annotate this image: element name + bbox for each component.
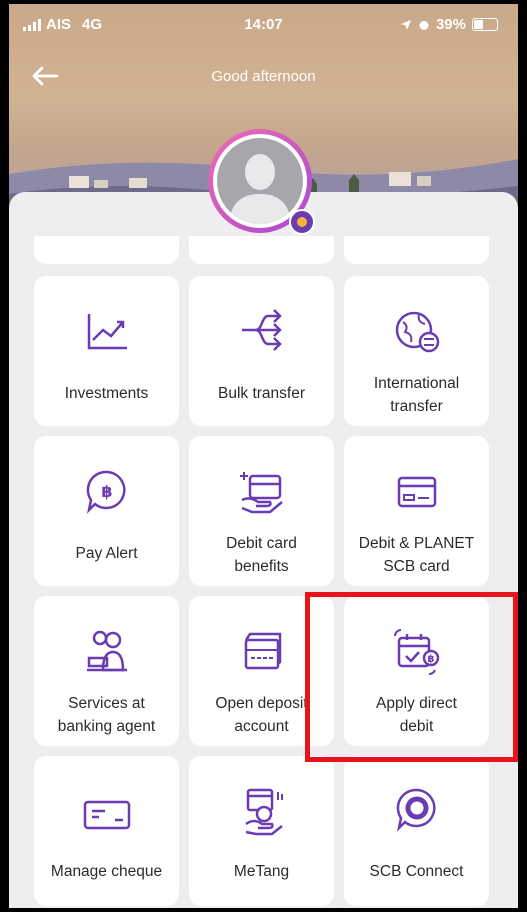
greeting-title: Good afternoon [211,68,316,85]
menu-item-banking-agent[interactable]: Services at banking agent [34,596,179,746]
menu-label: Services at banking agent [57,695,156,735]
menu-tile-partial [34,236,179,264]
menu-item-bulk-transfer[interactable]: Bulk transfer [189,276,334,426]
bulk-transfer-icon [241,309,282,351]
banking-agent-icon [86,630,127,672]
menu-label: Manage cheque [50,863,163,880]
chart-trend-icon [87,314,127,350]
menu-label: SCB Connect [369,863,464,880]
menu-label: Bulk transfer [217,385,305,402]
menu-tile-partial [344,236,489,264]
globe-transfer-icon [395,311,439,353]
menu-item-debit-card-benefits[interactable]: Debit card benefits [189,436,334,586]
menu-item-scb-connect[interactable]: SCB Connect [344,756,489,906]
cheque-icon [83,800,130,830]
svg-text:฿: ฿ [101,482,112,501]
menu-item-manage-cheque[interactable]: Manage cheque [34,756,179,906]
menu-item-pay-alert[interactable]: ฿ Pay Alert [34,436,179,586]
menu-label: Debit card benefits [226,535,297,575]
passbook-icon [244,632,281,670]
menu-tile-partial [189,236,334,264]
credit-card-icon [397,476,436,508]
battery-icon [472,18,498,31]
baht-chat-icon: ฿ [86,470,126,514]
menu-label: Investments [64,385,149,402]
card-gift-icon [239,472,283,514]
menu-item-investments[interactable]: Investments [34,276,179,426]
menu-item-debit-planet-card[interactable]: Debit & PLANET SCB card [344,436,489,586]
badge-icon [289,209,315,235]
menu-label: Pay Alert [75,545,138,562]
menu-label: MeTang [233,863,290,880]
menu-label: Debit & PLANET SCB card [358,535,475,575]
menu-item-international-transfer[interactable]: International transfer [344,276,489,426]
alarm-icon [419,20,429,30]
savings-calendar-icon [244,788,283,836]
menu-label: International transfer [373,375,460,415]
highlight-box [305,592,518,762]
menu-item-metang[interactable]: MeTang [189,756,334,906]
app-screen: AIS 4G 14:07 39% Good afternoon Investme… [9,4,518,908]
status-bar: AIS 4G 14:07 39% [9,16,518,36]
battery-percent: 39% [435,16,466,33]
location-icon [400,19,411,30]
scb-connect-icon [396,788,436,832]
